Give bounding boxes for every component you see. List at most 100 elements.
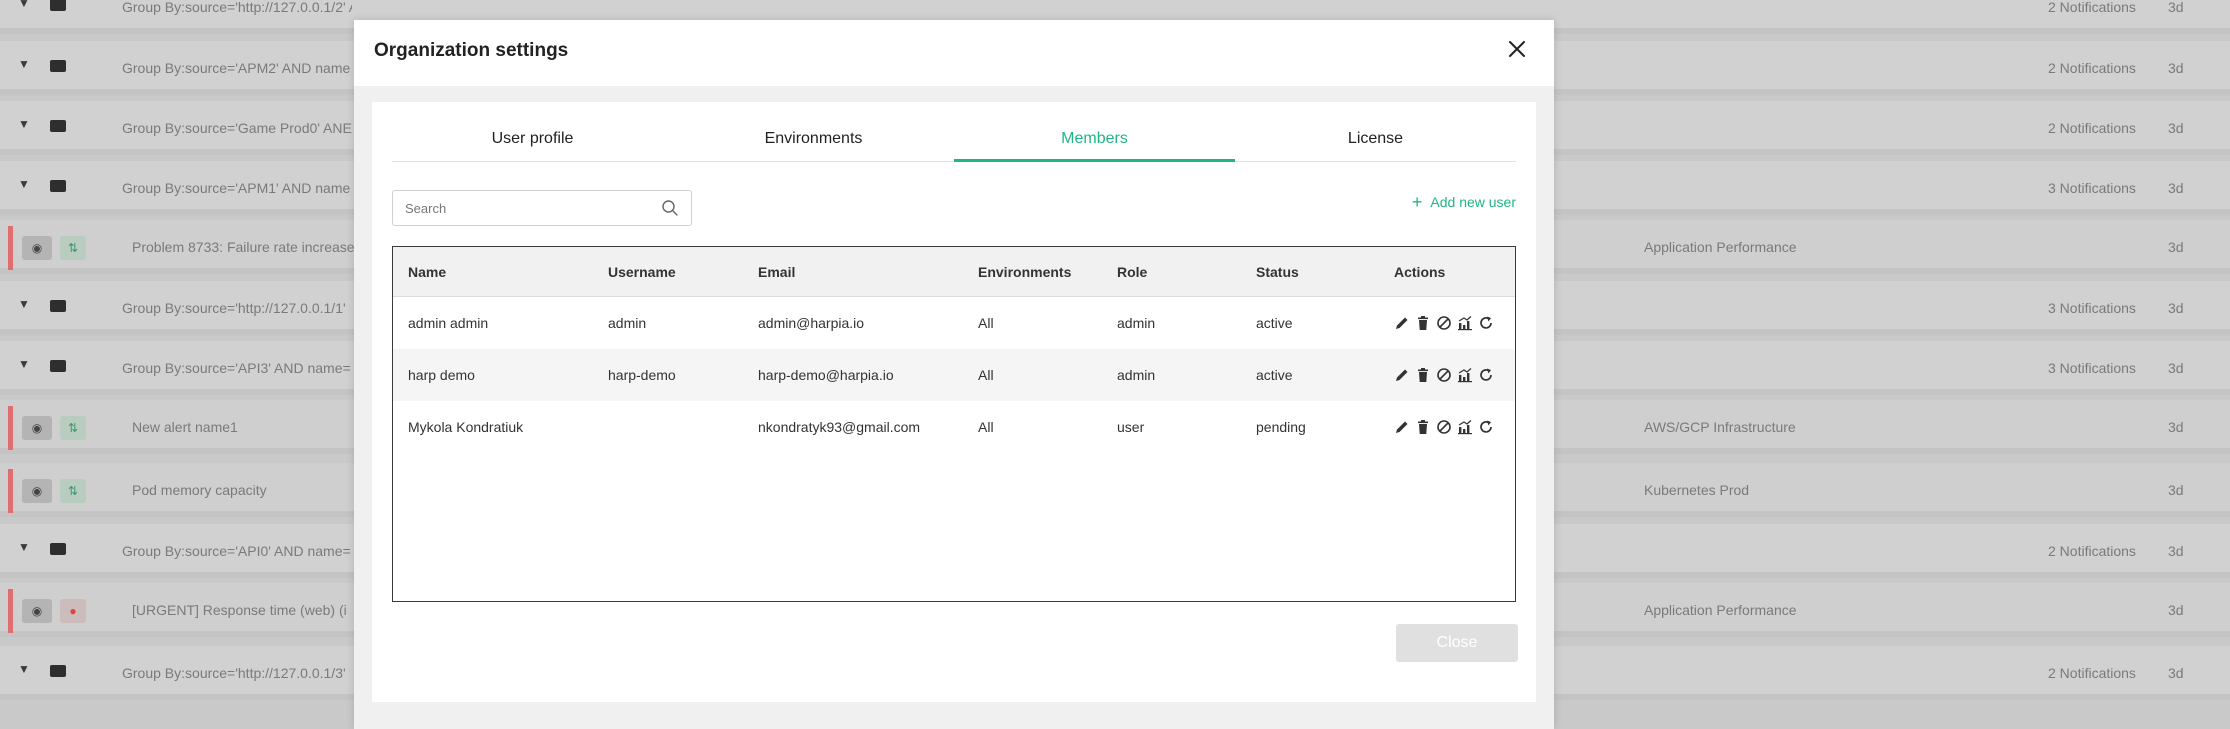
close-icon[interactable] bbox=[1504, 36, 1530, 62]
cell-role: admin bbox=[1117, 315, 1156, 331]
eye-icon: ◉ bbox=[22, 479, 52, 503]
chevron-down-icon: ▼ bbox=[18, 297, 30, 311]
eye-icon: ◉ bbox=[22, 236, 52, 260]
row-category: Kubernetes Prod bbox=[1644, 482, 1750, 498]
row-notifications: 3 Notifications bbox=[2048, 300, 2136, 316]
delete-icon[interactable] bbox=[1415, 419, 1431, 435]
cell-actions bbox=[1379, 419, 1515, 435]
block-icon[interactable] bbox=[1436, 419, 1452, 435]
chevron-down-icon: ▼ bbox=[18, 662, 30, 676]
modal-body: User profile Environments Members Licens… bbox=[372, 102, 1536, 702]
row-title: Group By:source='Game Prod0' ANE bbox=[122, 120, 352, 136]
block-icon[interactable] bbox=[1436, 367, 1452, 383]
column-header-username[interactable]: Username bbox=[593, 264, 743, 280]
row-age: 3d bbox=[2168, 665, 2184, 681]
tab-members[interactable]: Members bbox=[954, 122, 1235, 162]
chevron-down-icon: ▼ bbox=[18, 117, 30, 131]
chevron-down-icon: ▼ bbox=[18, 177, 30, 191]
stats-icon[interactable] bbox=[1457, 367, 1473, 383]
table-header: Name Username Email Environments Role St… bbox=[393, 247, 1515, 297]
row-notifications: 2 Notifications bbox=[2048, 120, 2136, 136]
cell-actions bbox=[1379, 315, 1515, 331]
edit-icon[interactable] bbox=[1394, 315, 1410, 331]
block-icon[interactable] bbox=[1436, 315, 1452, 331]
add-new-user-label: Add new user bbox=[1430, 194, 1516, 210]
row-age: 3d bbox=[2168, 543, 2184, 559]
row-title: New alert name1 bbox=[132, 419, 238, 435]
cell-username: harp-demo bbox=[608, 367, 676, 383]
row-title: Group By:source='APM1' AND name bbox=[122, 180, 351, 196]
plus-icon: + bbox=[1411, 192, 1423, 212]
folder-icon bbox=[50, 543, 66, 555]
search-icon[interactable] bbox=[661, 199, 679, 217]
cell-environments: All bbox=[978, 419, 994, 435]
row-title: Group By:source='http://127.0.0.1/3' bbox=[122, 665, 346, 681]
row-age: 3d bbox=[2168, 0, 2184, 15]
organization-settings-modal: Organization settings User profile Envir… bbox=[354, 20, 1554, 729]
row-notifications: 2 Notifications bbox=[2048, 60, 2136, 76]
delete-icon[interactable] bbox=[1415, 315, 1431, 331]
chevron-down-icon: ▼ bbox=[18, 57, 30, 71]
settings-tabs: User profile Environments Members Licens… bbox=[392, 122, 1516, 162]
add-new-user-button[interactable]: + Add new user bbox=[1411, 192, 1516, 212]
edit-icon[interactable] bbox=[1394, 367, 1410, 383]
row-category: Application Performance bbox=[1644, 602, 1797, 618]
table-row: admin admin admin admin@harpia.io All admin a… bbox=[393, 297, 1515, 349]
column-header-status[interactable]: Status bbox=[1241, 264, 1379, 280]
close-button[interactable]: Close bbox=[1396, 624, 1518, 662]
row-age: 3d bbox=[2168, 300, 2184, 316]
table-row: harp demo harp-demo harp-demo@harpia.io All… bbox=[393, 349, 1515, 401]
cell-name: harp demo bbox=[408, 367, 475, 383]
eye-icon: ◉ bbox=[22, 599, 52, 623]
cell-role: admin bbox=[1117, 367, 1156, 383]
row-notifications: 3 Notifications bbox=[2048, 180, 2136, 196]
modal-title: Organization settings bbox=[374, 40, 569, 61]
cell-email: admin@harpia.io bbox=[758, 315, 865, 331]
delete-icon[interactable] bbox=[1415, 367, 1431, 383]
column-header-name[interactable]: Name bbox=[393, 264, 593, 280]
row-title: Group By:source='http://127.0.0.1/1' bbox=[122, 300, 346, 316]
stats-icon[interactable] bbox=[1457, 315, 1473, 331]
search-box bbox=[392, 190, 692, 226]
folder-icon bbox=[50, 180, 66, 192]
row-age: 3d bbox=[2168, 482, 2184, 498]
folder-icon bbox=[50, 665, 66, 677]
row-age: 3d bbox=[2168, 239, 2184, 255]
stats-icon[interactable] bbox=[1457, 419, 1473, 435]
search-input[interactable] bbox=[393, 192, 661, 224]
folder-icon bbox=[50, 360, 66, 372]
status-icon: ⇅ bbox=[60, 236, 86, 260]
cell-role: user bbox=[1117, 419, 1145, 435]
column-header-email[interactable]: Email bbox=[743, 264, 963, 280]
refresh-icon[interactable] bbox=[1478, 315, 1494, 331]
row-title: Group By:source='API3' AND name= bbox=[122, 360, 351, 376]
modal-header: Organization settings bbox=[354, 20, 1554, 86]
row-notifications: 2 Notifications bbox=[2048, 0, 2136, 15]
status-icon: ⇅ bbox=[60, 479, 86, 503]
cell-status: active bbox=[1256, 367, 1293, 383]
status-icon: ● bbox=[60, 599, 86, 623]
tab-license[interactable]: License bbox=[1235, 122, 1516, 161]
column-header-role[interactable]: Role bbox=[1102, 264, 1241, 280]
folder-icon bbox=[50, 60, 66, 72]
folder-icon bbox=[50, 0, 66, 11]
row-category: AWS/GCP Infrastructure bbox=[1644, 419, 1796, 435]
chevron-down-icon: ▼ bbox=[18, 540, 30, 554]
cell-username: admin bbox=[608, 315, 647, 331]
row-notifications: 2 Notifications bbox=[2048, 665, 2136, 681]
cell-status: pending bbox=[1256, 419, 1306, 435]
column-header-environments[interactable]: Environments bbox=[963, 264, 1102, 280]
edit-icon[interactable] bbox=[1394, 419, 1410, 435]
refresh-icon[interactable] bbox=[1478, 419, 1494, 435]
chevron-down-icon: ▼ bbox=[18, 357, 30, 371]
row-age: 3d bbox=[2168, 419, 2184, 435]
severity-marker bbox=[8, 469, 13, 513]
row-title: [URGENT] Response time (web) (i bbox=[132, 602, 347, 618]
folder-icon bbox=[50, 120, 66, 132]
cell-actions bbox=[1379, 367, 1515, 383]
tab-environments[interactable]: Environments bbox=[673, 122, 954, 161]
cell-status: active bbox=[1256, 315, 1293, 331]
tab-user-profile[interactable]: User profile bbox=[392, 122, 673, 161]
cell-name: admin admin bbox=[408, 315, 489, 331]
refresh-icon[interactable] bbox=[1478, 367, 1494, 383]
